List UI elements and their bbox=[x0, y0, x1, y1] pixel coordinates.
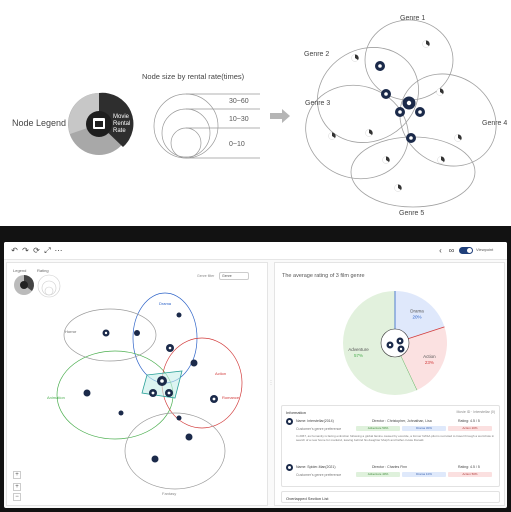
illustration-panel: Node Legend Movie Rental Rate Node size … bbox=[0, 0, 511, 226]
pie-value-adventure: 57% bbox=[354, 353, 363, 358]
pie-center-node-dot bbox=[399, 347, 403, 351]
movie-description: In 2067, as humanity is facing extinctio… bbox=[296, 434, 495, 442]
movie-director: Director : Charles Finn bbox=[372, 465, 408, 469]
node-legend-label: Node Legend bbox=[12, 118, 66, 128]
genre-label-1: Genre 1 bbox=[400, 15, 425, 22]
undo-icon[interactable]: ↶ bbox=[10, 246, 19, 255]
genre-pref-label: Customer's genre preference bbox=[296, 473, 342, 477]
information-card: Information Movie ID · Interstellar (0) … bbox=[281, 405, 500, 487]
toggle-label: Viewpoint bbox=[476, 247, 494, 252]
genre-label-5: Genre 5 bbox=[399, 210, 424, 217]
genre-label-2: Genre 2 bbox=[304, 51, 329, 58]
genre-label-romance: Romance bbox=[222, 395, 240, 400]
venn-nodes bbox=[328, 40, 462, 192]
refresh-icon[interactable]: ⟳ bbox=[32, 246, 41, 255]
viewpoint-toggle[interactable] bbox=[459, 247, 473, 254]
size-label-large: 30~60 bbox=[229, 98, 249, 105]
link-icon[interactable]: ∞ bbox=[447, 246, 456, 255]
movie-rating: Rating: 4.5 / 5 bbox=[458, 419, 480, 423]
expand-icon[interactable]: ⤢ bbox=[43, 246, 52, 255]
information-meta: Movie ID · Interstellar (0) bbox=[456, 410, 495, 414]
legend-badge-movie: Movie bbox=[113, 114, 130, 120]
genre-label-fantasy: Fantasy bbox=[162, 491, 176, 496]
pill-action: Action 50% bbox=[448, 472, 492, 477]
share-icon[interactable]: ‹ bbox=[436, 246, 445, 255]
movie-avatar bbox=[286, 464, 293, 471]
pill-drama: Drama 10% bbox=[402, 472, 446, 477]
pie-label-drama: Drama bbox=[410, 309, 424, 314]
size-label-medium: 10~30 bbox=[229, 116, 249, 123]
pie-label-action: Action bbox=[423, 354, 436, 359]
genre-label-action: Action bbox=[215, 371, 226, 376]
information-title[interactable]: Information bbox=[286, 410, 306, 415]
genre-network: Drama Horror Animation Action Fantasy Ro… bbox=[47, 292, 243, 496]
node-size-title: Node size by rental rate(times) bbox=[142, 72, 245, 81]
zoom-out-button[interactable]: − bbox=[13, 493, 21, 501]
fantasy-ellipse bbox=[124, 412, 226, 490]
pie-center-node-dot bbox=[388, 343, 392, 347]
genre-label-horror: Horror bbox=[65, 329, 77, 334]
genre-label-drama: Drama bbox=[159, 301, 172, 306]
detail-pane: The average rating of 3 film genre Adven… bbox=[274, 262, 505, 506]
redo-icon[interactable]: ↷ bbox=[21, 246, 30, 255]
genre-label-3: Genre 3 bbox=[305, 100, 330, 107]
movie-rating: Rating: 4.5 / 5 bbox=[458, 465, 480, 469]
genre-rating-pie: Adventure57% Drama20% Action23% bbox=[343, 291, 447, 395]
toolbar: ↶ ↷ ⟳ ⤢ ⋯ ‹ ∞ Viewpoint bbox=[4, 242, 507, 260]
genre-label-animation: Animation bbox=[47, 395, 65, 400]
movie-avatar bbox=[286, 418, 293, 425]
genre-label-4: Genre 4 bbox=[482, 120, 507, 127]
network-pane: Legend Rating Genre filter Genre Drama H… bbox=[6, 262, 268, 506]
pill-drama: Drama 30% bbox=[402, 426, 446, 431]
legend-donut: Movie Rental Rate bbox=[68, 92, 134, 155]
movie-name: Name: Interstellar(2014) bbox=[296, 419, 334, 423]
illustration-svg: Node Legend Movie Rental Rate Node size … bbox=[12, 15, 507, 217]
genre-pref-label: Customer's genre preference bbox=[296, 427, 342, 431]
horror-ellipse bbox=[63, 308, 157, 362]
app-window: ↶ ↷ ⟳ ⤢ ⋯ ‹ ∞ Viewpoint Legend Rating Ge… bbox=[4, 242, 507, 508]
arrow-right-icon bbox=[270, 109, 290, 123]
legend-badge-rate: Rate bbox=[113, 128, 126, 134]
pill-adventure: Adventure 40% bbox=[356, 472, 400, 477]
movie-name: Name: Spider-Man(2021) bbox=[296, 465, 336, 469]
movie-director: Director : Christopher, Johnathan, Lisa bbox=[372, 419, 432, 423]
zoom-in-button[interactable]: + bbox=[13, 471, 21, 479]
overlapped-section-list-title: Overlapped Section List bbox=[286, 496, 329, 501]
pie-center-ring bbox=[380, 328, 410, 358]
overlapped-section-list[interactable]: Overlapped Section List bbox=[281, 491, 500, 503]
size-label-small: 0~10 bbox=[229, 141, 245, 148]
pie-center-node-dot bbox=[398, 339, 402, 343]
pie-value-action: 23% bbox=[425, 360, 434, 365]
legend-badge-rental: Rental bbox=[113, 121, 130, 127]
more-icon[interactable]: ⋯ bbox=[54, 246, 63, 255]
pie-label-adventure: Adventure bbox=[348, 347, 369, 352]
pill-action: Action 20% bbox=[448, 426, 492, 431]
drama-ellipse bbox=[132, 292, 198, 384]
pill-adventure: Adventure 50% bbox=[356, 426, 400, 431]
reset-view-button[interactable]: + bbox=[13, 483, 21, 491]
pie-value-drama: 20% bbox=[412, 315, 421, 320]
